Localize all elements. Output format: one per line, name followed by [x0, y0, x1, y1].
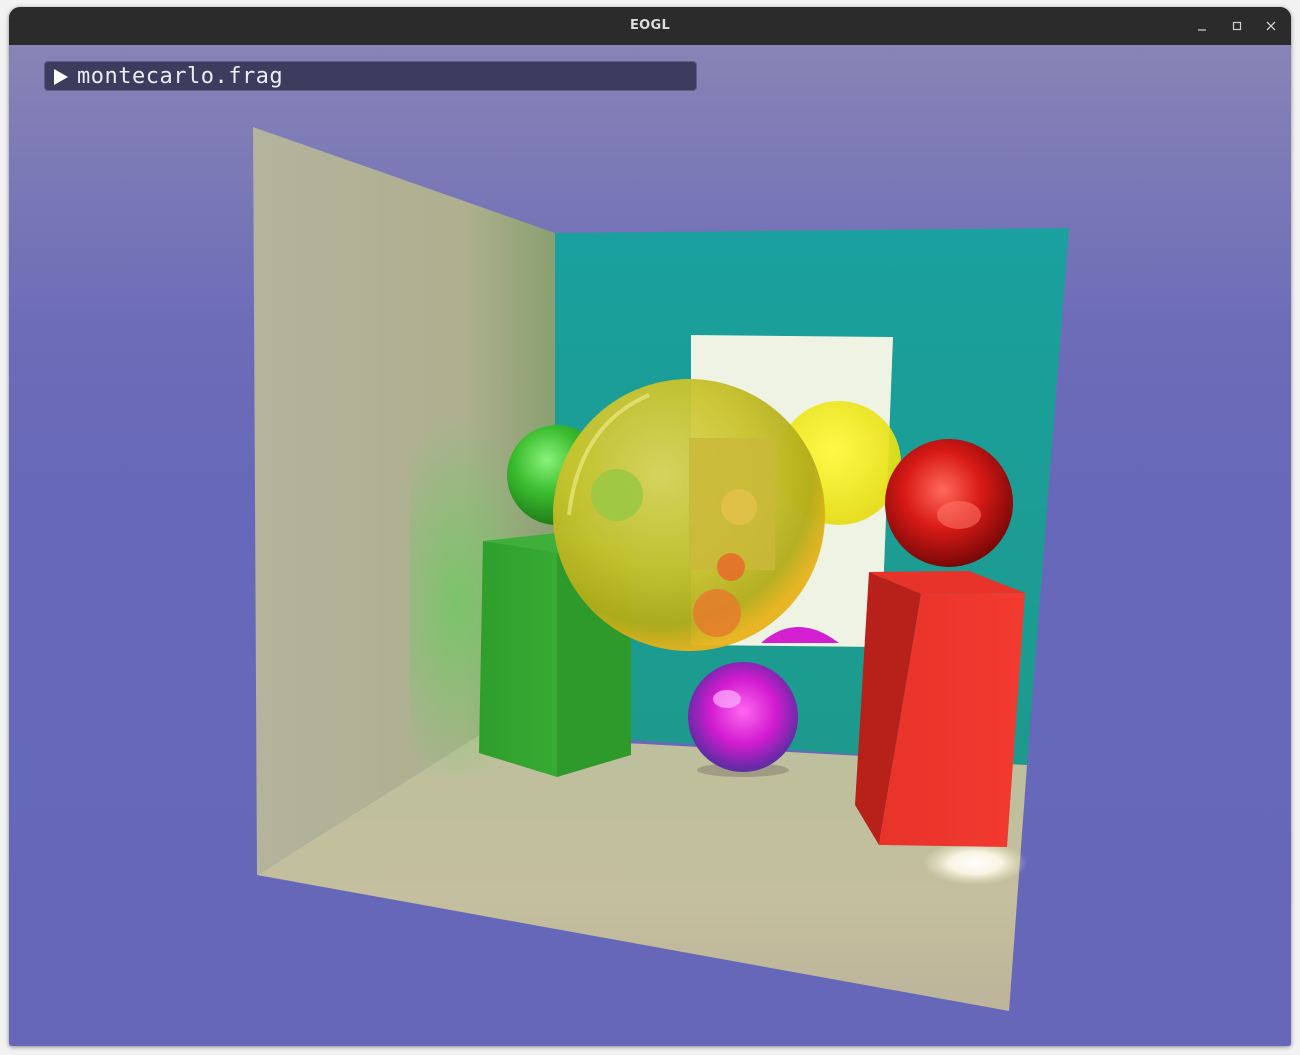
play-triangle-icon[interactable] [53, 68, 69, 86]
close-icon[interactable] [1261, 16, 1281, 36]
maximize-icon[interactable] [1227, 16, 1247, 36]
cornell-box-render [253, 127, 1069, 1011]
shader-file-name[interactable]: montecarlo.frag [77, 63, 283, 91]
title-bar[interactable]: EOGL [9, 7, 1291, 45]
app-window: EOGL montecarlo.frag [9, 7, 1291, 1046]
shader-panel-header[interactable]: montecarlo.frag [44, 61, 697, 91]
floor-light-spot [923, 841, 1027, 885]
render-viewport[interactable]: montecarlo.frag [9, 45, 1291, 1046]
minimize-icon[interactable] [1192, 16, 1212, 36]
green-block-front [479, 541, 557, 777]
window-title: EOGL [629, 18, 671, 33]
magenta-sphere [688, 662, 798, 772]
